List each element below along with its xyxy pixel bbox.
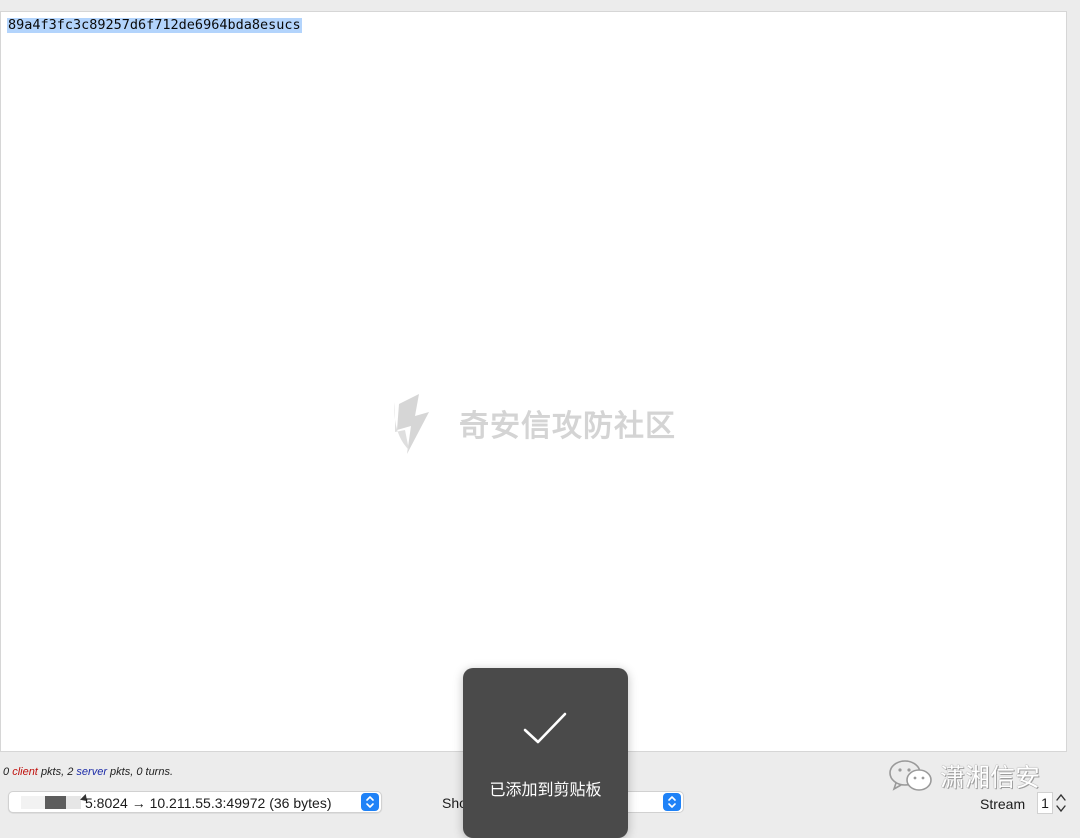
chevron-updown-icon[interactable] xyxy=(663,793,681,811)
redacted-address xyxy=(21,796,81,809)
checkmark-icon xyxy=(523,712,567,744)
conversation-direction-select[interactable]: 5:8024 → 10.211.55.3:49972 (36 bytes) xyxy=(8,791,382,813)
stream-number-field[interactable]: 1 xyxy=(1037,792,1053,814)
stream-label: Stream xyxy=(980,796,1026,812)
client-label: client xyxy=(12,766,38,778)
lightning-shield-icon xyxy=(394,394,429,454)
stream-content-pane[interactable]: 89a4f3fc3c89257d6f712de6964bda8esucs 奇安信… xyxy=(0,11,1067,752)
server-count: 2 xyxy=(67,766,74,778)
client-count: 0 xyxy=(3,766,10,778)
server-label: server xyxy=(76,766,107,778)
stream-content-text[interactable]: 89a4f3fc3c89257d6f712de6964bda8esucs xyxy=(7,18,302,33)
pkts-separator: pkts, xyxy=(40,766,65,778)
watermark-text: 奇安信攻防社区 xyxy=(459,409,676,444)
chevron-updown-icon[interactable] xyxy=(361,793,379,811)
summary-tail: pkts, 0 turns. xyxy=(110,766,174,778)
toast-message: 已添加到剪贴板 xyxy=(489,782,602,799)
stream-stepper-icon[interactable] xyxy=(1054,791,1068,815)
clipboard-toast: 已添加到剪贴板 xyxy=(463,668,628,838)
wechat-watermark: 潇湘信安 xyxy=(888,758,1040,794)
packet-summary: 0 client pkts, 2 server pkts, 0 turns. xyxy=(3,766,173,778)
conversation-direction-value: 5:8024 → 10.211.55.3:49972 (36 bytes) xyxy=(85,795,332,811)
qianxin-watermark: 奇安信攻防社区 xyxy=(389,390,676,456)
wechat-account-name: 潇湘信安 xyxy=(940,764,1041,792)
wechat-icon xyxy=(889,760,932,791)
show-data-as-select[interactable] xyxy=(628,791,684,813)
